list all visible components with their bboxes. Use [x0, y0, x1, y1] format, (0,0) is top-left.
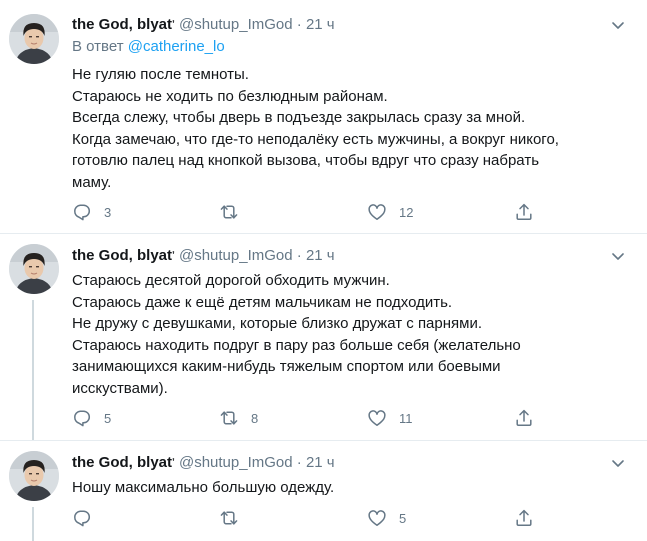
tweet-line: Не гуляю после темноты. [72, 66, 249, 83]
like-button[interactable]: 12 [367, 202, 413, 222]
thread-line [32, 300, 34, 441]
reply-icon [72, 202, 92, 222]
like-icon [367, 408, 387, 428]
separator-dot: · [296, 454, 302, 471]
author-handle[interactable]: @shutup_ImGod [179, 16, 293, 33]
author-name[interactable]: the God, blyat [72, 454, 172, 471]
like-icon [367, 508, 387, 528]
avatar[interactable] [9, 244, 59, 294]
chevron-down-icon[interactable] [609, 16, 627, 34]
tweet-line: исскуствами). [72, 379, 168, 397]
author-name[interactable]: the God, blyat [72, 247, 172, 264]
tweet-line: Стараюсь находить подруг в пару раз боль… [72, 336, 521, 354]
retweet-icon [219, 408, 239, 428]
reply-icon [72, 408, 92, 428]
retweet-button[interactable] [219, 508, 251, 528]
share-button[interactable] [514, 508, 534, 528]
action-bar: 5 8 11 [72, 408, 542, 428]
tweet-line: Стараюсь не ходить по безлюдным районам. [72, 87, 388, 105]
lock-mark: ʼ [172, 250, 175, 261]
tweet-line: Стараюсь десятой дорогой обходить мужчин… [72, 272, 390, 289]
tweet-header: the God, blyatʼ @shutup_ImGod · 21 ч [72, 453, 335, 473]
reply-to-line: В ответ @catherine_lo [72, 37, 225, 57]
tweet-line: Стараюсь даже к ещё детям мальчикам не п… [72, 293, 453, 311]
chevron-down-icon[interactable] [609, 454, 627, 472]
tweet-line: готовлю палец над кнопкой вызова, чтобы … [72, 152, 540, 169]
tweet-time[interactable]: 21 ч [306, 454, 335, 471]
chevron-down-icon[interactable] [609, 247, 627, 265]
tweet-1[interactable]: the God, blyatʼ @shutup_ImGod · 21 ч В о… [0, 0, 647, 234]
reply-to-handle[interactable]: @catherine_lo [128, 38, 225, 55]
tweet-text: Ношу максимально большую одежду. [72, 477, 632, 499]
separator-dot: · [296, 16, 302, 33]
retweet-button[interactable]: 8 [219, 408, 258, 428]
author-name[interactable]: the God, blyat [72, 16, 172, 33]
thread-line [32, 507, 34, 541]
tweet-text: Стараюсь десятой дорогой обходить мужчин… [72, 270, 632, 399]
lock-mark: ʼ [172, 19, 175, 30]
reply-button[interactable]: 3 [72, 202, 111, 222]
tweet-line: Когда замечаю, что где-то неподалёку ест… [72, 130, 559, 148]
reply-icon [72, 508, 92, 528]
like-count: 5 [399, 510, 407, 526]
retweet-icon [219, 202, 239, 222]
like-count: 11 [399, 410, 413, 426]
retweet-count: 8 [251, 410, 259, 426]
author-handle[interactable]: @shutup_ImGod [179, 454, 293, 471]
retweet-button[interactable] [219, 202, 251, 222]
reply-to-label: В ответ [72, 38, 124, 55]
tweet-line: маму. [72, 173, 112, 191]
reply-count: 3 [104, 204, 112, 220]
tweet-time[interactable]: 21 ч [306, 16, 335, 33]
share-button[interactable] [514, 202, 534, 222]
lock-mark: ʼ [172, 457, 175, 468]
tweet-2[interactable]: the God, blyatʼ @shutup_ImGod · 21 ч Ста… [0, 234, 647, 441]
tweet-line: Ношу максимально большую одежду. [72, 479, 335, 496]
like-button[interactable]: 11 [367, 408, 413, 428]
action-bar: 3 12 [72, 202, 542, 222]
tweet-text: Не гуляю после темноты. Стараюсь не ходи… [72, 64, 632, 193]
reply-button[interactable] [72, 508, 104, 528]
share-icon [514, 202, 534, 222]
separator-dot: · [296, 247, 302, 264]
share-button[interactable] [514, 408, 534, 428]
like-button[interactable]: 5 [367, 508, 406, 528]
like-icon [367, 202, 387, 222]
tweet-line: Всегда слежу, чтобы дверь в подъезде зак… [72, 109, 526, 126]
tweet-line: Не дружу с девушками, которые близко дру… [72, 315, 483, 332]
tweet-3[interactable]: the God, blyatʼ @shutup_ImGod · 21 ч Нош… [0, 441, 647, 541]
reply-button[interactable]: 5 [72, 408, 111, 428]
tweet-header: the God, blyatʼ @shutup_ImGod · 21 ч [72, 15, 335, 35]
share-icon [514, 508, 534, 528]
tweet-line: занимающихся каким-нибудь тяжелым спорто… [72, 358, 501, 375]
action-bar: 5 [72, 508, 542, 528]
share-icon [514, 408, 534, 428]
tweet-header: the God, blyatʼ @shutup_ImGod · 21 ч [72, 246, 335, 266]
avatar[interactable] [9, 451, 59, 501]
retweet-icon [219, 508, 239, 528]
reply-count: 5 [104, 410, 112, 426]
avatar[interactable] [9, 14, 59, 64]
like-count: 12 [399, 204, 414, 220]
tweet-time[interactable]: 21 ч [306, 247, 335, 264]
author-handle[interactable]: @shutup_ImGod [179, 247, 293, 264]
